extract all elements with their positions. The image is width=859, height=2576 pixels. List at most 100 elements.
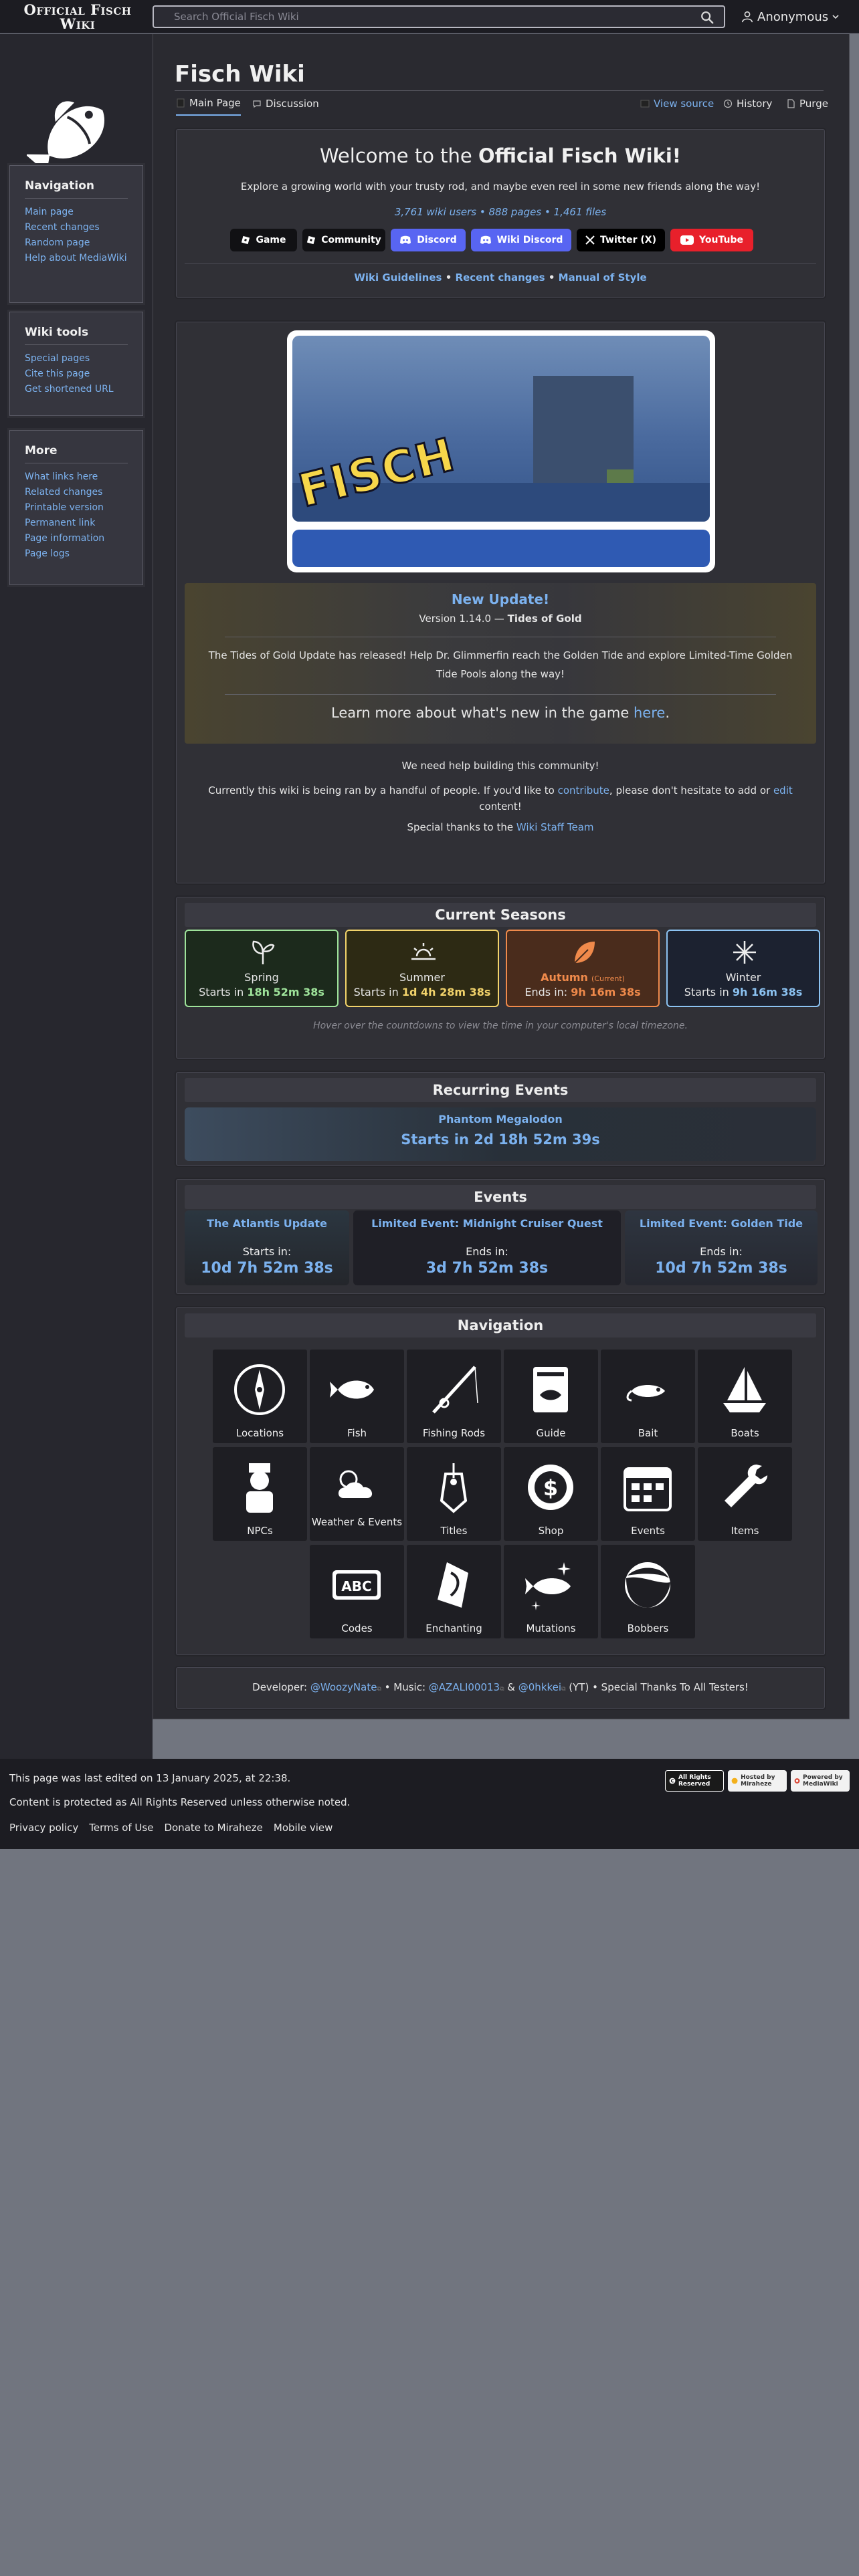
season-spring-card[interactable]: Spring Starts in 18h 52m 38s — [185, 930, 339, 1007]
youtube-button[interactable]: YouTube — [670, 229, 753, 251]
staff-team-link[interactable]: Wiki Staff Team — [516, 821, 594, 833]
purge-icon — [787, 99, 795, 108]
learn-more-link[interactable]: here — [634, 705, 665, 721]
wiki-guidelines-link[interactable]: Wiki Guidelines — [354, 272, 442, 284]
sidebar-item-page-info[interactable]: Page information — [25, 533, 128, 544]
footer-links: Privacy policy Terms of Use Donate to Mi… — [9, 1822, 332, 1834]
season-autumn-card[interactable]: Autumn (Current) Ends in: 9h 16m 38s — [506, 930, 660, 1007]
nav-tile-fishing-rods[interactable]: Fishing Rods — [407, 1350, 501, 1443]
phantom-megalodon-card[interactable]: Phantom Megalodon Starts in 2d 18h 52m 3… — [185, 1107, 816, 1161]
nav-tile-shop[interactable]: $ Shop — [504, 1447, 598, 1541]
tab-discussion[interactable]: Discussion — [252, 96, 319, 116]
sidebar-item-short-url[interactable]: Get shortened URL — [25, 384, 128, 395]
welcome-heading: Welcome to the Official Fisch Wiki! — [177, 144, 824, 167]
sidebar-item-permanent-link[interactable]: Permanent link — [25, 518, 128, 529]
copyright-icon: C — [669, 1778, 676, 1784]
terms-of-use-link[interactable]: Terms of Use — [89, 1822, 153, 1834]
tab-main-page[interactable]: Main Page — [176, 96, 241, 116]
miraheze-badge[interactable]: Hosted by Miraheze — [728, 1770, 787, 1792]
tab-purge[interactable]: Purge — [786, 96, 828, 116]
nav-tile-weather-events[interactable]: Weather & Events — [310, 1447, 404, 1541]
tab-view-source[interactable]: View source — [640, 96, 714, 116]
nav-tile-guide[interactable]: Guide — [504, 1350, 598, 1443]
sidebar-item-cite[interactable]: Cite this page — [25, 368, 128, 380]
nav-tile-items[interactable]: Items — [698, 1447, 792, 1541]
recent-changes-link[interactable]: Recent changes — [456, 272, 545, 284]
site-wordmark[interactable]: Official Fisch Wiki — [11, 3, 145, 31]
update-banner[interactable]: FISCH — [287, 330, 715, 572]
sidebar-item-printable[interactable]: Printable version — [25, 502, 128, 514]
tab-history[interactable]: History — [723, 96, 772, 116]
nav-tile-events[interactable]: Events — [601, 1447, 695, 1541]
event-card-golden-tide[interactable]: Limited Event: Golden Tide Ends in: 10d … — [625, 1210, 818, 1285]
wiki-stats[interactable]: 3,761 wiki users • 888 pages • 1,461 fil… — [177, 206, 824, 218]
nav-tile-codes[interactable]: ABC Codes — [310, 1545, 404, 1638]
nav-tile-bobbers[interactable]: Bobbers — [601, 1545, 695, 1638]
community-button[interactable]: Community — [302, 229, 385, 251]
sidebar-item-recent-changes[interactable]: Recent changes — [25, 222, 128, 233]
nav-tile-mutations[interactable]: Mutations — [504, 1545, 598, 1638]
nav-tile-titles[interactable]: Titles — [407, 1447, 501, 1541]
event-name: The Atlantis Update — [207, 1217, 327, 1230]
season-autumn-name-text: Autumn — [541, 971, 588, 984]
twitter-button[interactable]: Twitter (X) — [577, 229, 665, 251]
nav-tile-boats[interactable]: Boats — [698, 1350, 792, 1443]
sidebar-item-page-logs[interactable]: Page logs — [25, 548, 128, 560]
nav-tile-label: Guide — [536, 1427, 566, 1439]
youtube-button-label: YouTube — [699, 235, 743, 245]
page-title: Fisch Wiki — [175, 61, 305, 88]
donate-link[interactable]: Donate to Miraheze — [164, 1822, 262, 1834]
sidebar-item-what-links-here[interactable]: What links here — [25, 471, 128, 483]
developer-link[interactable]: @WoozyNate — [310, 1681, 377, 1693]
edit-link[interactable]: edit — [773, 784, 793, 796]
more-portlet: More What links here Related changes Pri… — [9, 430, 143, 585]
event-card-midnight-cruiser[interactable]: Limited Event: Midnight Cruiser Quest En… — [353, 1210, 621, 1285]
privacy-policy-link[interactable]: Privacy policy — [9, 1822, 78, 1834]
sidebar-item-related-changes[interactable]: Related changes — [25, 487, 128, 498]
separator: • — [548, 272, 555, 284]
discord-button[interactable]: Discord — [391, 229, 466, 251]
tab-history-label: History — [737, 98, 773, 110]
nav-tile-label: NPCs — [247, 1525, 273, 1537]
nav-tile-npcs[interactable]: NPCs — [213, 1447, 307, 1541]
content-area: Fisch Wiki Main Page Discussion View sou… — [153, 34, 850, 1719]
nav-tile-label: Weather & Events — [311, 1516, 403, 1528]
update-version-pre: Version 1.14.0 — — [419, 613, 508, 625]
staff-thanks: Special thanks to the Wiki Staff Team — [177, 821, 824, 833]
sidebar-item-help[interactable]: Help about MediaWiki — [25, 253, 128, 264]
nav-tile-enchanting[interactable]: Enchanting — [407, 1545, 501, 1638]
nav-tile-label: Titles — [440, 1525, 468, 1537]
nav-tile-label: Fishing Rods — [422, 1427, 486, 1439]
music-link-1[interactable]: @AZALI00013 — [429, 1681, 500, 1693]
season-summer-card[interactable]: Summer Starts in 1d 4h 28m 38s — [345, 930, 499, 1007]
update-panel: New Update! Version 1.14.0 — Tides of Go… — [185, 583, 816, 744]
nav-tile-fish[interactable]: Fish — [310, 1350, 404, 1443]
discord-icon — [480, 235, 491, 244]
game-button[interactable]: Game — [230, 229, 297, 251]
contribute-link[interactable]: contribute — [558, 784, 609, 796]
manual-of-style-link[interactable]: Manual of Style — [559, 272, 647, 284]
sidebar-item-main-page[interactable]: Main page — [25, 207, 128, 218]
search-box[interactable] — [153, 5, 725, 28]
nav-tile-locations[interactable]: Locations — [213, 1350, 307, 1443]
user-menu[interactable]: Anonymous — [741, 8, 839, 25]
learn-more-pre: Learn more about what's new in the game — [331, 705, 634, 721]
current-season-tag: (Current) — [591, 974, 625, 983]
search-input[interactable] — [174, 9, 682, 24]
mediawiki-badge[interactable]: Powered by MediaWiki — [791, 1770, 850, 1792]
event-card-atlantis[interactable]: The Atlantis Update Starts in: 10d 7h 52… — [185, 1210, 349, 1285]
wiki-discord-button[interactable]: Wiki Discord — [471, 229, 571, 251]
season-winter-card[interactable]: Winter Starts in 9h 16m 38s — [666, 930, 820, 1007]
sidebar-item-special-pages[interactable]: Special pages — [25, 353, 128, 364]
all-rights-reserved-badge[interactable]: C All Rights Reserved — [665, 1770, 724, 1792]
welcome-heading-bold: Official Fisch Wiki! — [478, 144, 682, 167]
sidebar-item-random-page[interactable]: Random page — [25, 237, 128, 249]
nav-tile-label: Locations — [235, 1427, 284, 1439]
search-icon[interactable] — [700, 10, 714, 25]
banner-strip — [292, 530, 710, 567]
navigation-title: Navigation — [185, 1313, 816, 1337]
nav-tile-bait[interactable]: Bait — [601, 1350, 695, 1443]
music-link-2[interactable]: @0hkkei — [518, 1681, 561, 1693]
learn-more-post: . — [665, 705, 670, 721]
mobile-view-link[interactable]: Mobile view — [274, 1822, 333, 1834]
